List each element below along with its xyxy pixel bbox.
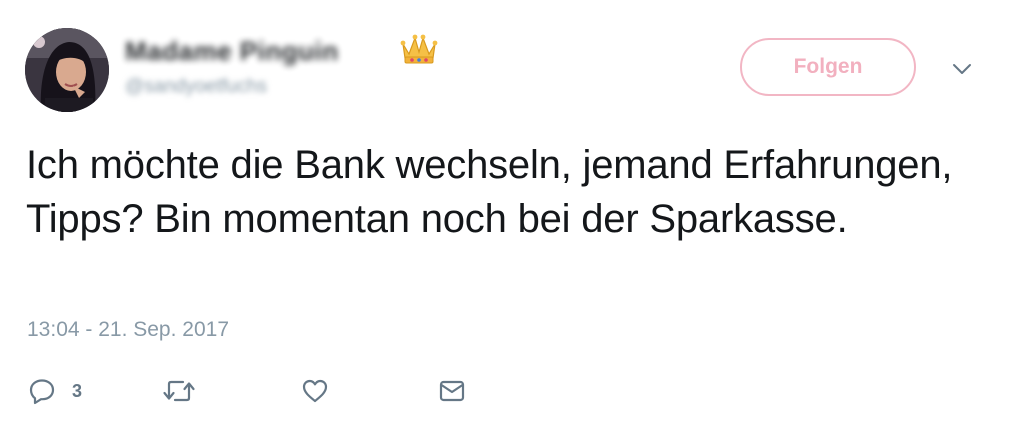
follow-button[interactable]: Folgen <box>740 38 916 96</box>
heart-icon <box>302 379 328 403</box>
reply-button[interactable]: 3 <box>28 376 82 406</box>
direct-message-button[interactable] <box>438 376 466 406</box>
crown-icon <box>400 34 438 64</box>
avatar[interactable] <box>25 28 109 112</box>
retweet-icon <box>163 380 195 402</box>
tweet-card: Madame Pinguin @sandyoetfuchs Folgen Ich… <box>0 0 1024 438</box>
display-name[interactable]: Madame Pinguin <box>125 36 339 67</box>
chevron-down-icon[interactable] <box>950 57 974 81</box>
like-button[interactable] <box>301 376 329 406</box>
user-handle[interactable]: @sandyoetfuchs <box>125 76 267 98</box>
tweet-timestamp[interactable]: 13:04 - 21. Sep. 2017 <box>27 318 229 342</box>
envelope-icon <box>439 380 465 402</box>
reply-count: 3 <box>72 380 83 401</box>
reply-icon <box>29 379 55 405</box>
retweet-button[interactable] <box>162 376 196 406</box>
tweet-text: Ich möchte die Bank wechseln, jemand Erf… <box>26 143 953 241</box>
